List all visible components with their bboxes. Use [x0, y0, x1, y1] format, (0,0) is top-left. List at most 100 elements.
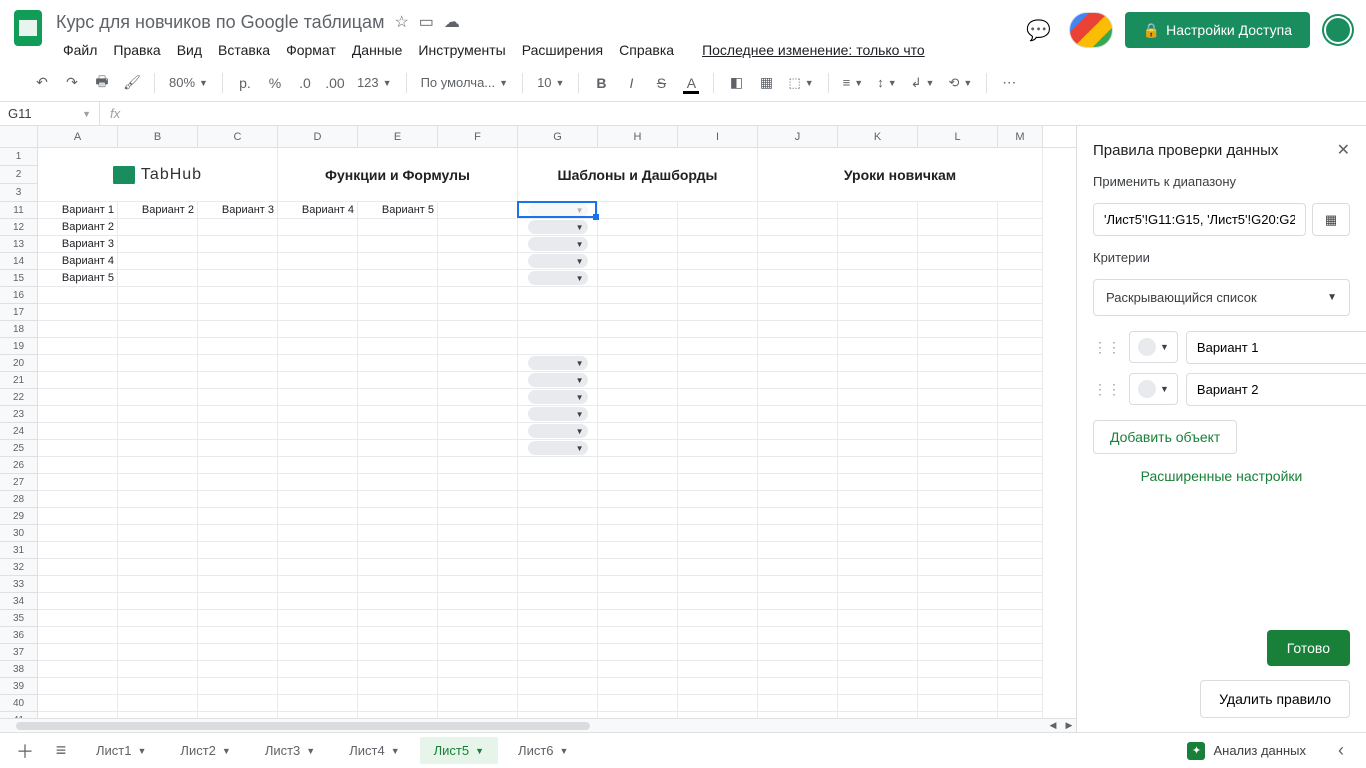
cell-M24[interactable] [998, 423, 1043, 440]
cell-G33[interactable] [518, 576, 598, 593]
cell-D19[interactable] [278, 338, 358, 355]
cell-K16[interactable] [838, 287, 918, 304]
add-sheet-button[interactable]: ＋ [10, 736, 40, 766]
cell-G14[interactable]: ▼ [518, 253, 598, 270]
cell-E29[interactable] [358, 508, 438, 525]
cell-L22[interactable] [918, 389, 998, 406]
cell-A39[interactable] [38, 678, 118, 695]
cell-A15[interactable]: Вариант 5 [38, 270, 118, 287]
cell-F16[interactable] [438, 287, 518, 304]
sheet-tab-Лист1[interactable]: Лист1▼ [82, 737, 160, 764]
cell-D11[interactable]: Вариант 4 [278, 202, 358, 219]
cell-C18[interactable] [198, 321, 278, 338]
bold-button[interactable]: B [587, 70, 615, 96]
cell-E19[interactable] [358, 338, 438, 355]
cell-L15[interactable] [918, 270, 998, 287]
close-icon[interactable]: ✕ [1337, 140, 1350, 160]
cell-I29[interactable] [678, 508, 758, 525]
cell-B16[interactable] [118, 287, 198, 304]
cell-E32[interactable] [358, 559, 438, 576]
dropdown-chip[interactable]: ▼ [528, 203, 588, 217]
cell-H12[interactable] [598, 219, 678, 236]
row-header-39[interactable]: 39 [0, 678, 38, 695]
cell-G20[interactable]: ▼ [518, 355, 598, 372]
row-header-18[interactable]: 18 [0, 321, 38, 338]
cell-F17[interactable] [438, 304, 518, 321]
cell-E22[interactable] [358, 389, 438, 406]
cell-H22[interactable] [598, 389, 678, 406]
cell-H14[interactable] [598, 253, 678, 270]
sheets-logo[interactable] [8, 8, 48, 48]
cell-C19[interactable] [198, 338, 278, 355]
option-color-select[interactable]: ▼ [1129, 331, 1178, 363]
cell-I30[interactable] [678, 525, 758, 542]
share-button[interactable]: 🔒 Настройки Доступа [1125, 12, 1310, 48]
cell-C40[interactable] [198, 695, 278, 712]
cell-L28[interactable] [918, 491, 998, 508]
wrap-button[interactable]: ↲▼ [905, 75, 941, 91]
merged-header-3[interactable]: Уроки новичкам [758, 166, 1043, 184]
cell-I23[interactable] [678, 406, 758, 423]
cell-C16[interactable] [198, 287, 278, 304]
cell-J16[interactable] [758, 287, 838, 304]
cell-L16[interactable] [918, 287, 998, 304]
row-header-15[interactable]: 15 [0, 270, 38, 287]
cell-A30[interactable] [38, 525, 118, 542]
cell-J28[interactable] [758, 491, 838, 508]
cell-J12[interactable] [758, 219, 838, 236]
cell-M23[interactable] [998, 406, 1043, 423]
cell-H21[interactable] [598, 372, 678, 389]
cell-L19[interactable] [918, 338, 998, 355]
cell-G11[interactable]: ▼ [518, 202, 598, 219]
cell-A29[interactable] [38, 508, 118, 525]
row-header-40[interactable]: 40 [0, 695, 38, 712]
cell-I34[interactable] [678, 593, 758, 610]
cell-I32[interactable] [678, 559, 758, 576]
dropdown-chip[interactable]: ▼ [528, 407, 588, 421]
cell-L24[interactable] [918, 423, 998, 440]
row-header-34[interactable]: 34 [0, 593, 38, 610]
increase-decimal-button[interactable]: .00 [321, 70, 349, 96]
row-header-36[interactable]: 36 [0, 627, 38, 644]
cell-J13[interactable] [758, 236, 838, 253]
cell-M15[interactable] [998, 270, 1043, 287]
cell-A24[interactable] [38, 423, 118, 440]
cell-G31[interactable] [518, 542, 598, 559]
cell-B33[interactable] [118, 576, 198, 593]
cell-L17[interactable] [918, 304, 998, 321]
col-header-G[interactable]: G [518, 126, 598, 147]
cell-L30[interactable] [918, 525, 998, 542]
cell-E31[interactable] [358, 542, 438, 559]
side-collapse-button[interactable]: ‹ [1326, 736, 1356, 766]
sheet-tab-Лист6[interactable]: Лист6▼ [504, 737, 582, 764]
cell-G18[interactable] [518, 321, 598, 338]
avatar[interactable] [1322, 14, 1354, 46]
option-input-0[interactable] [1186, 331, 1366, 364]
cell-K18[interactable] [838, 321, 918, 338]
cell-C27[interactable] [198, 474, 278, 491]
cell-G35[interactable] [518, 610, 598, 627]
cell-K22[interactable] [838, 389, 918, 406]
cell-M38[interactable] [998, 661, 1043, 678]
cell-F33[interactable] [438, 576, 518, 593]
cell-I24[interactable] [678, 423, 758, 440]
cell-D13[interactable] [278, 236, 358, 253]
cell-A38[interactable] [38, 661, 118, 678]
row-header-29[interactable]: 29 [0, 508, 38, 525]
dropdown-chip[interactable]: ▼ [528, 373, 588, 387]
cell-J36[interactable] [758, 627, 838, 644]
row-header-12[interactable]: 12 [0, 219, 38, 236]
cell-E37[interactable] [358, 644, 438, 661]
dropdown-chip[interactable]: ▼ [528, 254, 588, 268]
col-header-E[interactable]: E [358, 126, 438, 147]
cell-L25[interactable] [918, 440, 998, 457]
number-format-select[interactable]: 123▼ [351, 75, 398, 90]
cell-E14[interactable] [358, 253, 438, 270]
cell-B13[interactable] [118, 236, 198, 253]
cell-H37[interactable] [598, 644, 678, 661]
row-header-19[interactable]: 19 [0, 338, 38, 355]
row-header-21[interactable]: 21 [0, 372, 38, 389]
sheet-tab-Лист2[interactable]: Лист2▼ [166, 737, 244, 764]
cell-A13[interactable]: Вариант 3 [38, 236, 118, 253]
italic-button[interactable]: I [617, 70, 645, 96]
